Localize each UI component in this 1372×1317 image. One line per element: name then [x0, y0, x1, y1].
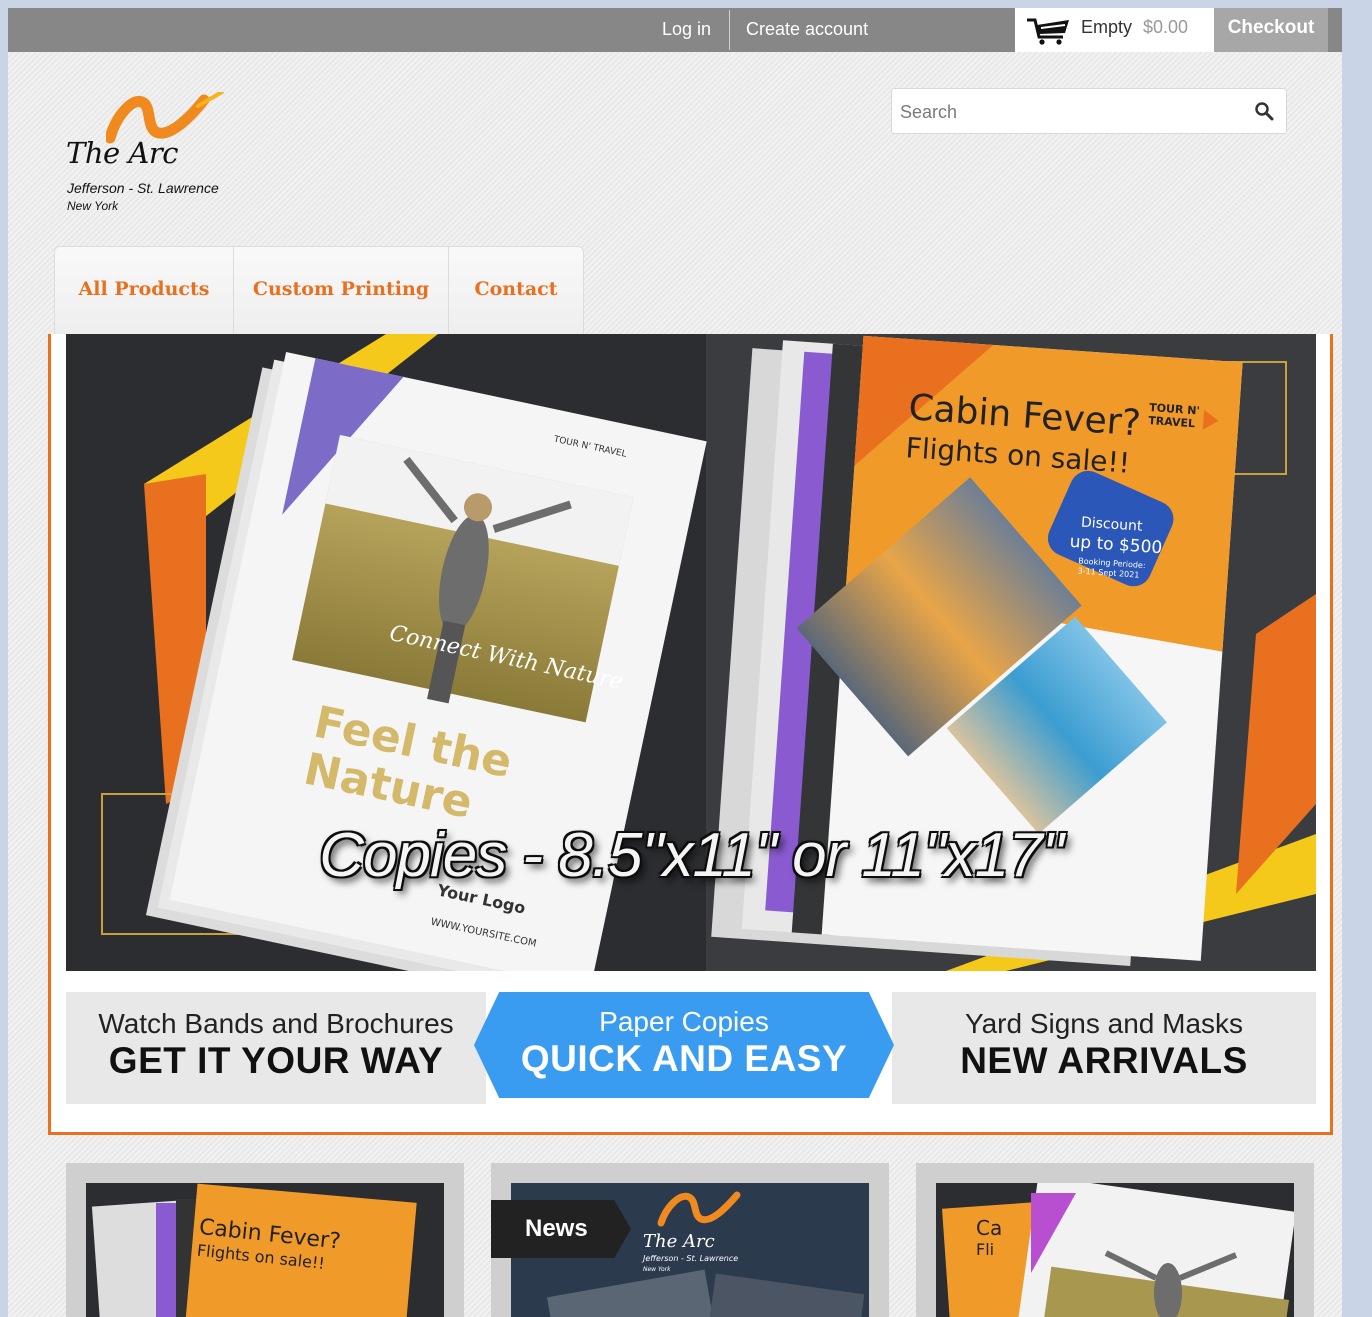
cart-status: Empty: [1081, 17, 1133, 37]
logo-subtitle: Jefferson - St. Lawrence: [67, 180, 219, 196]
shopping-cart-icon: [1027, 18, 1069, 45]
magnifier-icon[interactable]: [1254, 101, 1274, 121]
login-link[interactable]: Log in: [662, 8, 711, 52]
promo-paper-copies[interactable]: Paper Copies QUICK AND EASY: [474, 992, 894, 1098]
nav-all-products[interactable]: All Products: [55, 247, 234, 335]
card-thumbnail: Cabin Fever? Flights on sale!!: [86, 1183, 444, 1317]
checkout-button[interactable]: Checkout: [1214, 8, 1328, 52]
promo-title: GET IT YOUR WAY: [108, 1040, 444, 1081]
search-input[interactable]: [898, 97, 1242, 127]
card-title-1: Ca: [976, 1216, 1002, 1240]
promo-subtitle: Paper Copies: [599, 1006, 769, 1037]
promo-title: NEW ARRIVALS: [960, 1040, 1248, 1081]
search-box: [891, 88, 1287, 134]
nav-custom-printing[interactable]: Custom Printing: [234, 247, 449, 335]
card-logo-name: The Arc: [643, 1231, 715, 1252]
card-image: Cabin Fever? Flights on sale!!: [86, 1183, 444, 1317]
cart-summary[interactable]: Empty $0.00: [1015, 8, 1214, 52]
nav-contact[interactable]: Contact: [449, 247, 583, 335]
cart-total: $0.00: [1143, 17, 1189, 37]
top-bar: Log in Create account Empty $0.00 Checko…: [8, 8, 1342, 52]
news-tag: News: [491, 1200, 631, 1258]
promo-title: QUICK AND EASY: [520, 1038, 848, 1079]
news-card[interactable]: The Arc Jefferson - St. Lawrence New Yor…: [491, 1163, 889, 1317]
card-image: Ca Fli: [936, 1183, 1294, 1317]
card-title-2: Fli: [976, 1240, 994, 1259]
page: Log in Create account Empty $0.00 Checko…: [8, 8, 1342, 1317]
product-card[interactable]: Cabin Fever? Flights on sale!!: [66, 1163, 464, 1317]
create-account-link[interactable]: Create account: [746, 8, 868, 52]
card-logo-loc: New York: [643, 1266, 671, 1273]
card-logo-sub: Jefferson - St. Lawrence: [641, 1254, 738, 1263]
promo-yard-signs[interactable]: Yard Signs and Masks NEW ARRIVALS: [892, 992, 1316, 1104]
card-thumbnail: Ca Fli: [936, 1183, 1294, 1317]
hero-caption: Copies - 8.5"x11" or 11"x17": [319, 821, 1064, 890]
promo-subtitle: Watch Bands and Brochures: [98, 1008, 454, 1039]
logo-name: The Arc: [66, 136, 178, 170]
hero-banner[interactable]: Feel the Nature Connect With Nature TOUR…: [66, 334, 1316, 971]
product-card[interactable]: Ca Fli: [916, 1163, 1314, 1317]
promo-subtitle: Yard Signs and Masks: [964, 1008, 1244, 1039]
main-nav: All Products Custom Printing Contact: [54, 246, 584, 335]
divider: [729, 10, 730, 50]
promo-tabs: Watch Bands and Brochures GET IT YOUR WA…: [66, 992, 1316, 1104]
site-logo[interactable]: The Arc Jefferson - St. Lawrence New Yor…: [66, 92, 246, 222]
logo-location: New York: [67, 199, 119, 213]
promo-watch-bands[interactable]: Watch Bands and Brochures GET IT YOUR WA…: [66, 992, 486, 1104]
